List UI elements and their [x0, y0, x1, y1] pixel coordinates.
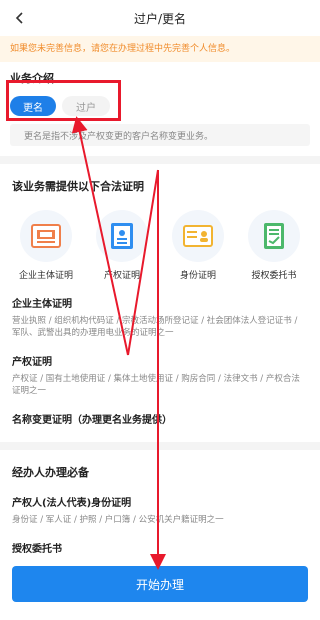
- cert-item-title: 名称变更证明（办理更名业务提供）: [12, 415, 172, 426]
- cert-item-title: 企业主体证明: [12, 299, 72, 310]
- agent-section: 经办人办理必备 产权人(法人代表)身份证明 身份证 / 军人证 / 护照 / 户…: [0, 450, 320, 555]
- cert-icons: 企业主体证明 产权证明 身份证明 授权委托书: [12, 210, 308, 281]
- cert-item-detail: 营业执照 / 组织机构代码证 / 宗教活动场所登记证 / 社会团体法人登记证书 …: [12, 316, 298, 338]
- start-button[interactable]: 开始办理: [12, 566, 308, 602]
- cert-item-property: 产权证明 产权证 / 国有土地使用证 / 集体土地使用证 / 购房合同 / 法律…: [12, 353, 308, 397]
- page-title: 过户/更名: [133, 11, 187, 26]
- chevron-left-icon: [15, 12, 23, 24]
- cert-label: 产权证明: [103, 271, 140, 281]
- top-bar: 过户/更名: [0, 0, 320, 36]
- certs-section: 该业务需提供以下合法证明 企业主体证明 产权证明 身份证明 授权委托书 企业主体…: [0, 164, 320, 426]
- cert-item-detail: 产权证 / 国有土地使用证 / 集体土地使用证 / 购房合同 / 法律文书 / …: [12, 374, 300, 396]
- cert-item-title: 产权证明: [12, 357, 52, 368]
- id-card-icon: [172, 210, 224, 262]
- cert-label: 授权委托书: [251, 271, 297, 281]
- cert-label: 身份证明: [179, 271, 216, 281]
- intro-description: 更名是指不涉及产权变更的客户名称变更业务。: [10, 124, 310, 146]
- agent-item-title: 授权委托书: [12, 544, 62, 555]
- agent-item-authorization: 授权委托书: [12, 540, 308, 555]
- authorization-letter-icon: [248, 210, 300, 262]
- cert-business[interactable]: 企业主体证明: [14, 210, 78, 281]
- business-license-icon: [20, 210, 72, 262]
- agent-item-title: 产权人(法人代表)身份证明: [12, 498, 132, 509]
- section-divider: [0, 442, 320, 450]
- back-button[interactable]: [8, 6, 32, 30]
- annotation-highlight-box: [6, 80, 121, 121]
- agent-item-identity: 产权人(法人代表)身份证明 身份证 / 军人证 / 护照 / 户口簿 / 公安机…: [12, 494, 308, 526]
- certs-title: 该业务需提供以下合法证明: [12, 180, 144, 193]
- section-divider: [0, 156, 320, 164]
- cert-item-business: 企业主体证明 营业执照 / 组织机构代码证 / 宗教活动场所登记证 / 社会团体…: [12, 295, 308, 339]
- cert-item-rename: 名称变更证明（办理更名业务提供）: [12, 411, 308, 426]
- cert-property[interactable]: 产权证明: [90, 210, 154, 281]
- cert-identity[interactable]: 身份证明: [166, 210, 230, 281]
- cert-authorization[interactable]: 授权委托书: [242, 210, 306, 281]
- notice-banner: 如果您未完善信息，请您在办理过程中先完善个人信息。: [0, 36, 320, 62]
- agent-item-detail: 身份证 / 军人证 / 护照 / 户口簿 / 公安机关户籍证明之一: [12, 515, 224, 525]
- property-certificate-icon: [96, 210, 148, 262]
- cert-label: 企业主体证明: [18, 271, 73, 281]
- agent-title: 经办人办理必备: [12, 466, 89, 479]
